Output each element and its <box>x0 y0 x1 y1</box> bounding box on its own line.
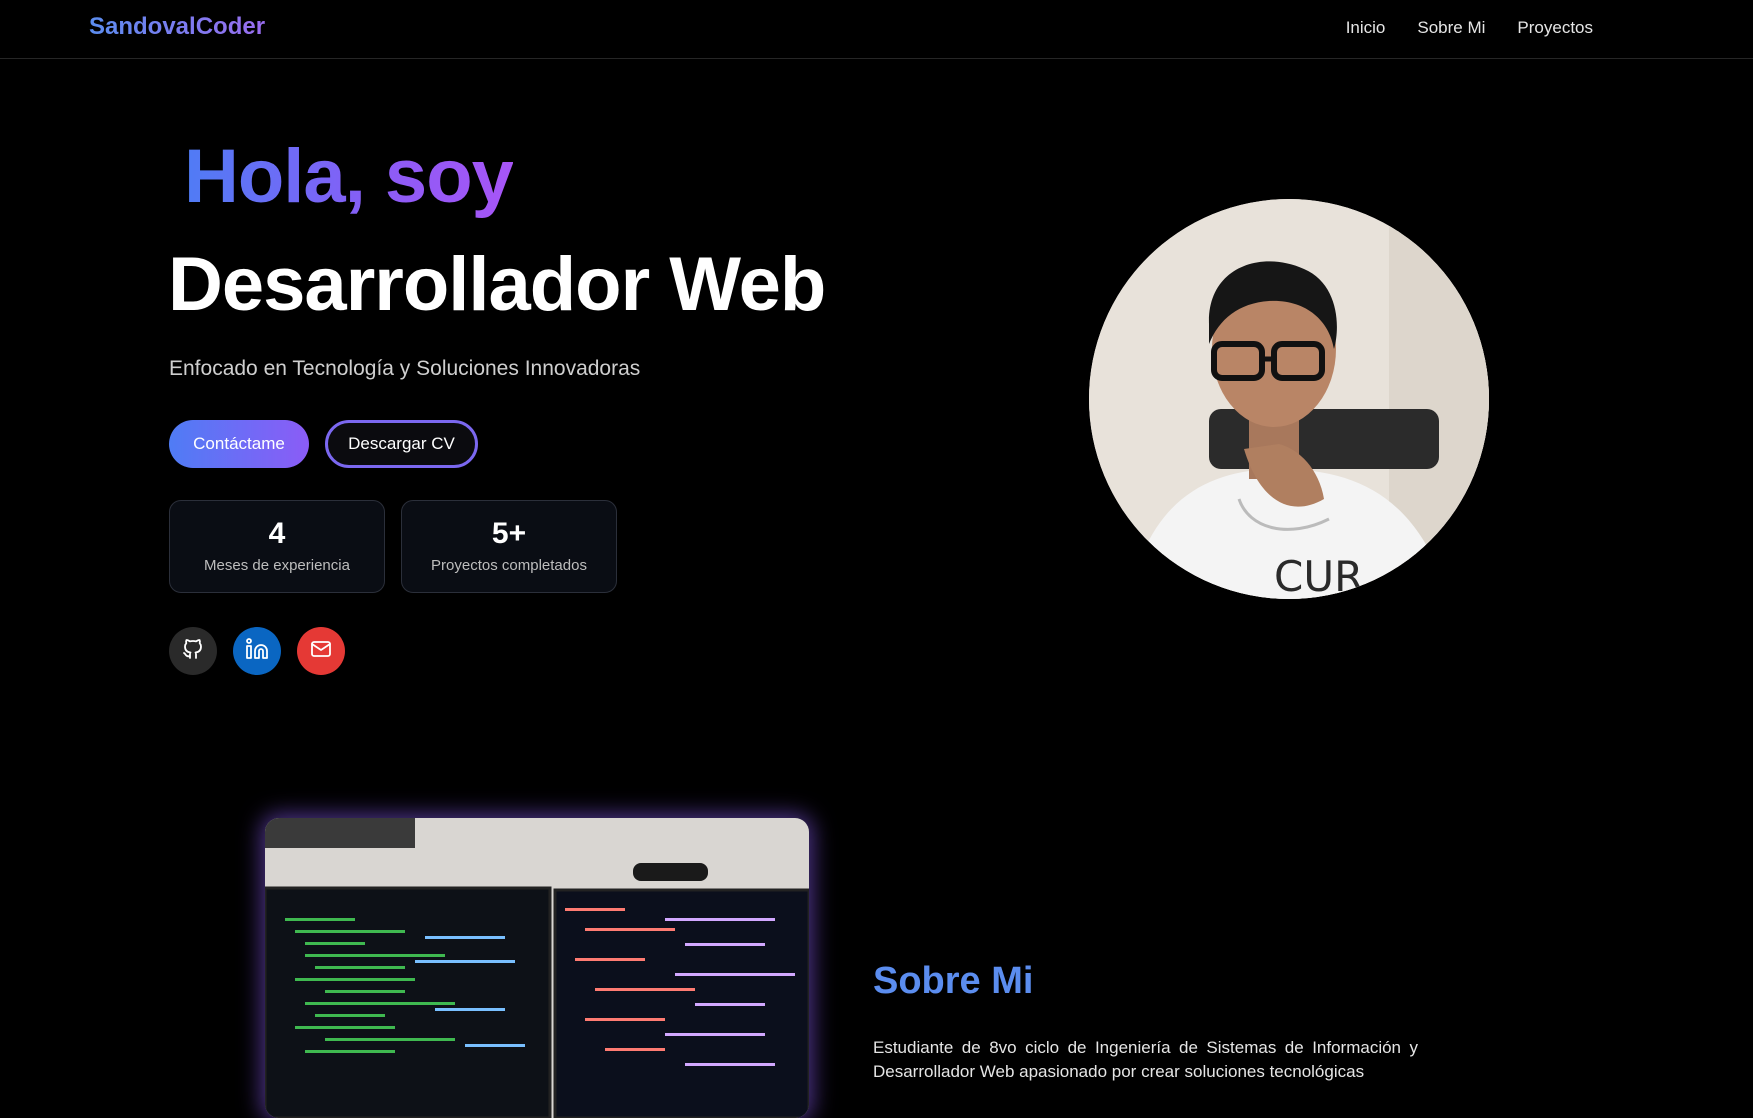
stat-value: 5+ <box>491 517 527 550</box>
mail-icon <box>309 637 333 666</box>
contact-button[interactable]: Contáctame <box>169 420 309 468</box>
hero-tagline: Enfocado en Tecnología y Soluciones Inno… <box>169 357 641 380</box>
about-text: Estudiante de 8vo ciclo de Ingeniería de… <box>873 1038 1418 1081</box>
hero-title: Desarrollador Web <box>168 242 826 327</box>
nav-link-inicio[interactable]: Inicio <box>1346 18 1386 38</box>
nav-link-proyectos[interactable]: Proyectos <box>1517 18 1593 38</box>
download-cv-button[interactable]: Descargar CV <box>325 420 478 468</box>
stat-card-experience: 4 Meses de experiencia <box>169 500 385 593</box>
linkedin-icon <box>245 637 269 666</box>
stat-label: Proyectos completados <box>431 557 587 574</box>
brand-logo[interactable]: SandovalCoder <box>89 13 265 41</box>
about-title: Sobre Mi <box>873 960 1034 1002</box>
mail-link[interactable] <box>297 627 345 675</box>
workstation-photo <box>265 818 809 1118</box>
profile-photo: CUR <box>1089 199 1489 599</box>
nav-link-sobre-mi[interactable]: Sobre Mi <box>1417 18 1485 38</box>
navbar: SandovalCoder Inicio Sobre Mi Proyectos <box>0 0 1753 59</box>
stat-card-projects: 5+ Proyectos completados <box>401 500 617 593</box>
linkedin-link[interactable] <box>233 627 281 675</box>
github-link[interactable] <box>169 627 217 675</box>
hero-greeting: Hola, soy <box>184 134 514 219</box>
svg-text:CUR: CUR <box>1274 552 1363 599</box>
stat-value: 4 <box>268 517 286 550</box>
stat-label: Meses de experiencia <box>204 557 350 574</box>
nav-links: Inicio Sobre Mi Proyectos <box>1346 18 1593 38</box>
github-icon <box>181 637 205 666</box>
